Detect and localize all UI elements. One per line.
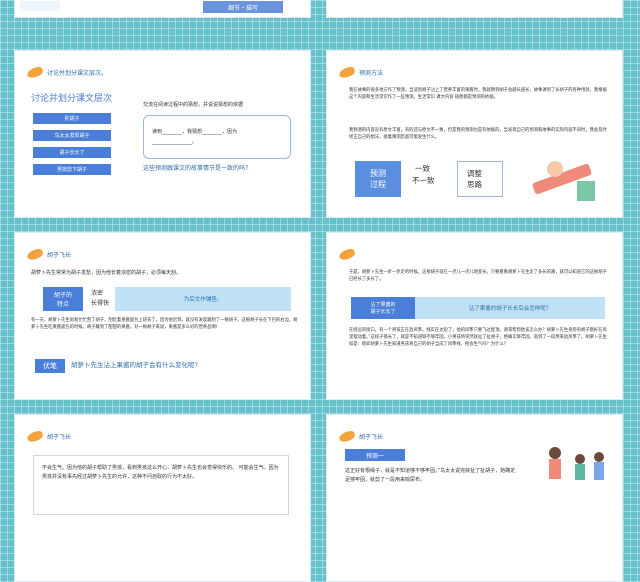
slide-4-para: 在绕远的街口，有一个男孩正在放风筝。线实在太短了，他的风筝只要飞过屋顶。请来帮帮… (349, 328, 607, 347)
slide-3-feature-label: 胡子的 特点 (43, 287, 83, 311)
slide-2-adjust-box: 调整 思路 (457, 161, 503, 197)
slide-4-intro: 于是，胡萝卜先生一步一步走的时候，这根胡子就在一点儿一点儿地变长。只要看看胡萝卜… (349, 270, 607, 282)
slide-4-tag: 沾了果酱的 胡子长长了 (351, 297, 415, 319)
slide-2-mismatch: 不一致 (412, 176, 435, 185)
slide-2-match: 一致 (415, 164, 430, 173)
slide-3-header: 胡子飞长 (26, 247, 72, 261)
slide-3-header-text: 胡子飞长 (47, 251, 72, 259)
slide-5-header-text: 胡子飞长 (47, 433, 72, 441)
slide-6-para: 这正好有根绳子，就是不知道够不够牢固。”鸟太太说完就扯了扯胡子，她确定足够牢固，… (345, 468, 516, 483)
slide-4-question: 沾了果酱的胡子长长后会怎样呢？ (415, 297, 605, 319)
slide-1-button-1[interactable]: 别胡子 (33, 113, 111, 124)
slide-2-header-text: 预测方法 (359, 69, 384, 77)
slide-3-intro: 胡萝卜先生常常为胡子发愁，因为他长着浓密的胡子，必须每天刮。 (31, 270, 182, 276)
slide-1-title: 讨论并划分课文层次 (31, 94, 113, 104)
slide-1-button-3[interactable]: 胡子长长了 (33, 147, 111, 158)
slide-4-header (338, 247, 356, 261)
leaf-icon (338, 65, 356, 79)
slide-6-tag: 预测一 (345, 449, 405, 461)
slide-5: 胡子飞长 不会生气。因为他的胡子帮助了男孩，看到男孩这么开心，胡萝卜先生也会觉得… (14, 414, 311, 582)
slide-2-adjust-text: 调整 思路 (467, 169, 482, 189)
slide-3-side-note: 为后文作铺垫。 (115, 287, 291, 311)
slide-1-prompt: 交流在阅读过程中的猜想，并说说猜想的依据 (143, 102, 244, 108)
slide-5-para: 不会生气。因为他的胡子帮助了男孩，看到男孩这么开心，胡萝卜先生也会觉得快乐的。 … (42, 465, 279, 480)
slide-4: 于是，胡萝卜先生一步一步走的时候，这根胡子就在一点儿一点儿地变长。只要看看胡萝卜… (326, 232, 623, 400)
slide-1-box-line-2: ________________。 (152, 139, 198, 145)
leaf-icon (338, 429, 356, 443)
slide-1-fill-box: 读到________，我猜想________，因为 ______________… (143, 115, 291, 159)
slide-2-header: 预测方法 (338, 65, 384, 79)
slide-3: 胡子飞长 胡萝卜先生常常为胡子发愁，因为他长着浓密的胡子，必须每天刮。 胡子的 … (14, 232, 311, 400)
slide-1-button-4[interactable]: 男孩剪下胡子 (33, 164, 111, 175)
slide-3-feature-value: 浓密 长得快 (91, 290, 110, 307)
slide-1-box-line-1: 读到________，我猜想________，因为 (152, 129, 238, 135)
top-left-box (20, 1, 60, 11)
slide-5-header: 胡子飞长 (26, 429, 72, 443)
slide-1-header-text: 讨论并划分课文层次。 (47, 69, 108, 77)
slide-2-process-box: 预测 过程 (355, 161, 401, 197)
leaf-icon (26, 429, 44, 443)
leaf-icon (338, 247, 356, 261)
slide-1-question: 这些预测跟课文的故事情节是一致的吗？ (143, 165, 252, 172)
slide-6-header-text: 胡子飞长 (359, 433, 384, 441)
slide-2-para-2: 我预测的内容没有原文丰富，有的还与原文不一致，但是我的预测也是有依据的。当发现自… (349, 128, 607, 140)
slide-3-footer-tag: 伏笔 (35, 359, 65, 373)
leaf-icon (26, 247, 44, 261)
pencil-illustration (532, 161, 595, 201)
slide-5-answer-box: 不会生气。因为他的胡子帮助了男孩，看到男孩这么开心，胡萝卜先生也会觉得快乐的。 … (33, 455, 289, 515)
slide-1-button-2[interactable]: 鸟太太发现胡子 (33, 130, 111, 141)
top-left-label: 细节・描写 (203, 1, 283, 13)
slide-6-header: 胡子飞长 (338, 429, 384, 443)
slide-2-para-1: 我在故事的很多地方作了预测。当读到胡子沾上了营养丰富的果酱时，我就猜到胡子会越长… (349, 88, 607, 100)
kids-illustration (549, 447, 604, 480)
slide-3-footer-question: 胡萝卜先生沾上果酱的胡子会有什么变化呢? (71, 361, 198, 369)
slide-6: 胡子飞长 预测一 这正好有根绳子，就是不知道够不够牢固。”鸟太太说完就扯了扯胡子… (326, 414, 623, 582)
slide-top-right (326, 0, 623, 18)
slide-top-left: 细节・描写 (14, 0, 311, 18)
slide-2: 预测方法 我在故事的很多地方作了预测。当读到胡子沾上了营养丰富的果酱时，我就猜到… (326, 50, 623, 218)
slide-1: 讨论并划分课文层次。 讨论并划分课文层次 别胡子 鸟太太发现胡子 胡子长长了 男… (14, 50, 311, 218)
leaf-icon (26, 65, 44, 79)
slide-3-para: 有一天，胡萝卜先生匆匆忙忙刮了胡子，刮吃着果酱面包上班去了。因为他迟到，就没有发… (31, 318, 298, 330)
slide-1-header: 讨论并划分课文层次。 (26, 65, 108, 79)
